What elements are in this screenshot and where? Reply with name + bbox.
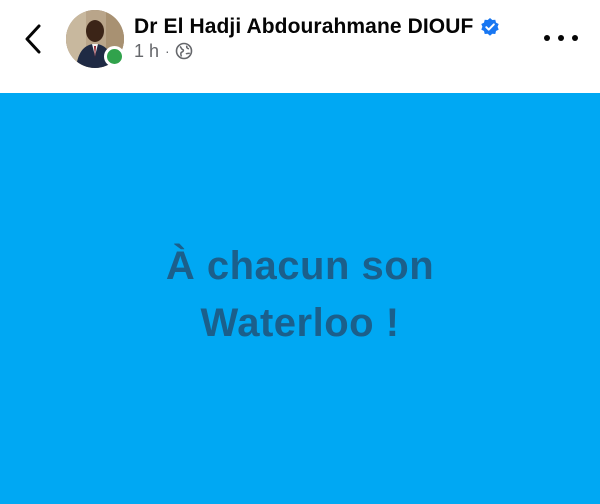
- post-text: À chacun son Waterloo !: [0, 238, 600, 352]
- more-options-button[interactable]: [544, 30, 578, 46]
- meta-separator: ·: [165, 43, 170, 59]
- globe-icon[interactable]: [175, 42, 193, 60]
- post-content-background[interactable]: À chacun son Waterloo !: [0, 93, 600, 504]
- post-time[interactable]: 1 h: [134, 41, 159, 62]
- author-name-row: Dr El Hadji Abdourahmane DIOUF: [134, 12, 500, 42]
- chevron-left-icon: [25, 24, 41, 54]
- author-name[interactable]: Dr El Hadji Abdourahmane DIOUF: [134, 15, 473, 39]
- back-button[interactable]: [18, 22, 48, 56]
- post-text-line-1: À chacun son: [165, 244, 435, 288]
- online-status-dot: [104, 46, 125, 67]
- post-text-line-2: Waterloo !: [200, 301, 400, 345]
- post-meta: 1 h ·: [134, 40, 193, 62]
- post-header: Dr El Hadji Abdourahmane DIOUF 1 h ·: [0, 0, 600, 93]
- verified-badge-icon: [480, 17, 500, 37]
- more-horizontal-icon: [544, 35, 550, 41]
- author-avatar[interactable]: [66, 10, 125, 68]
